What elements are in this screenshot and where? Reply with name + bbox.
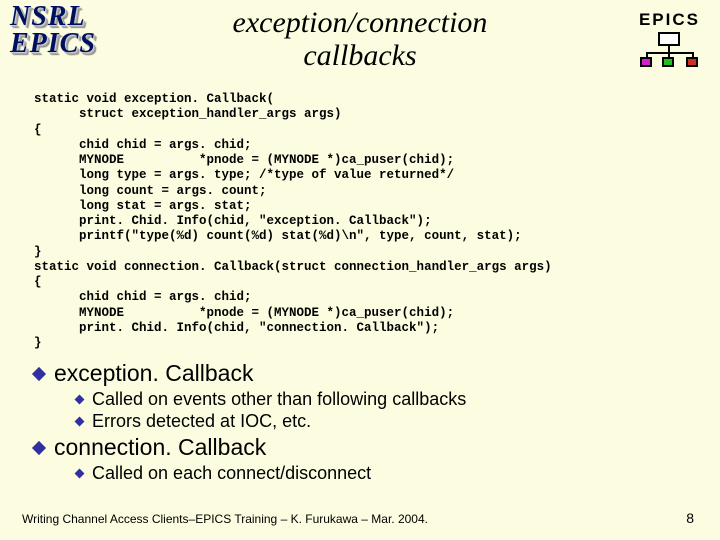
- bullet-l2: Called on each connect/disconnect: [76, 463, 700, 484]
- bullet-text: Errors detected at IOC, etc.: [92, 411, 311, 432]
- bullet-text: Called on events other than following ca…: [92, 389, 466, 410]
- diamond-bullet-icon: [32, 440, 46, 454]
- diamond-bullet-icon: [75, 469, 85, 479]
- epics-icon: [640, 32, 700, 67]
- bullet-l2: Errors detected at IOC, etc.: [76, 411, 700, 432]
- bullet-l1: exception. Callback: [34, 360, 700, 387]
- bullet-list: exception. Callback Called on events oth…: [34, 358, 700, 485]
- bullet-text: Called on each connect/disconnect: [92, 463, 371, 484]
- diamond-bullet-icon: [75, 395, 85, 405]
- diamond-bullet-icon: [32, 366, 46, 380]
- diamond-bullet-icon: [75, 417, 85, 427]
- slide-title: exception/connection callbacks: [0, 6, 720, 72]
- bullet-l2: Called on events other than following ca…: [76, 389, 700, 410]
- bullet-text: connection. Callback: [54, 434, 266, 461]
- slide: NSRL EPICS exception/connection callback…: [0, 0, 720, 540]
- footer-text: Writing Channel Access Clients–EPICS Tra…: [22, 512, 428, 526]
- bullet-text: exception. Callback: [54, 360, 253, 387]
- epics-label: EPICS: [639, 10, 700, 30]
- bullet-l1: connection. Callback: [34, 434, 700, 461]
- page-number: 8: [686, 510, 694, 526]
- code-block: static void exception. Callback( struct …: [34, 92, 700, 351]
